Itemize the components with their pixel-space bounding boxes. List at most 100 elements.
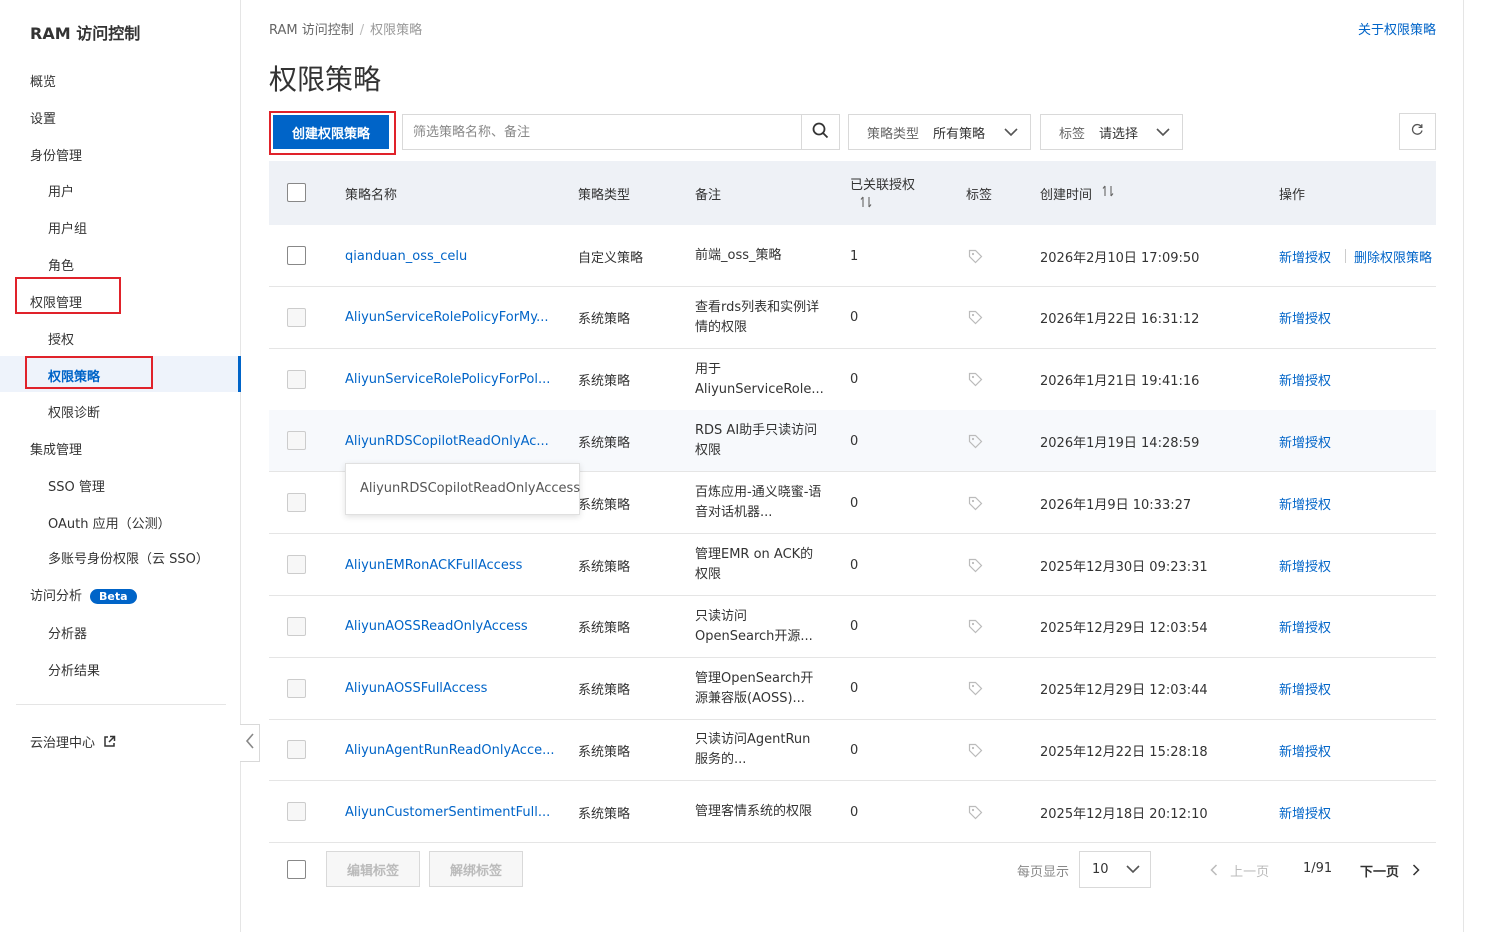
tag-icon[interactable] xyxy=(968,349,983,411)
policy-refs: 0 xyxy=(850,619,859,635)
tag-filter-value: 请选择 xyxy=(1099,126,1139,142)
table-row[interactable]: qianduan_oss_celu 自定义策略 前端_oss_策略 1 2026年2月1… xyxy=(269,225,1436,287)
sidebar-item-policies[interactable]: 权限策略 xyxy=(48,366,100,385)
chevron-down-icon xyxy=(1156,126,1170,141)
tag-icon[interactable] xyxy=(968,410,983,472)
tag-icon[interactable] xyxy=(968,472,983,534)
policy-name-link[interactable]: qianduan_oss_celu xyxy=(345,225,467,287)
policy-name-link[interactable]: AliyunAOSSFullAccess xyxy=(345,658,487,720)
add-grant-link[interactable]: 新增授权 xyxy=(1279,534,1331,596)
header-refs[interactable]: 已关联授权 xyxy=(850,161,915,225)
select-all-checkbox[interactable] xyxy=(287,183,306,202)
sidebar-item-analyzers[interactable]: 分析器 xyxy=(48,623,87,642)
sidebar-item-access-analysis[interactable]: 访问分析 Beta xyxy=(30,585,137,604)
table-row[interactable]: AliyunCustomerSentimentFull... 系统策略 管理客情系统… xyxy=(269,781,1436,844)
edit-tag-button[interactable]: 编辑标签 xyxy=(326,851,420,887)
chevron-down-icon xyxy=(1004,126,1018,141)
tag-filter-label: 标签 xyxy=(1059,126,1086,142)
sidebar-item-roles[interactable]: 角色 xyxy=(48,255,74,274)
policy-name-link[interactable]: AliyunCustomerSentimentFull... xyxy=(345,781,550,843)
tag-icon[interactable] xyxy=(968,287,983,349)
search-button[interactable] xyxy=(801,115,839,149)
sidebar-item-cloud-governance[interactable]: 云治理中心 xyxy=(30,732,116,752)
footer-select-all-checkbox[interactable] xyxy=(287,860,306,879)
sort-icon xyxy=(860,196,872,212)
unbind-tag-button[interactable]: 解绑标签 xyxy=(429,851,523,887)
search-input[interactable] xyxy=(403,115,801,149)
sidebar-item-cloud-sso[interactable]: 多账号身份权限（云 SSO） xyxy=(48,548,209,567)
sidebar-item-identity-management[interactable]: 身份管理 xyxy=(30,145,82,164)
policy-name-link[interactable]: AliyunAOSSReadOnlyAccess xyxy=(345,596,528,658)
add-grant-link[interactable]: 新增授权 xyxy=(1279,349,1331,411)
chevron-left-icon xyxy=(1210,864,1222,880)
policy-type: 系统策略 xyxy=(578,683,631,699)
policy-refs: 0 xyxy=(850,495,859,511)
table-row[interactable]: AliyunEMRonACKFullAccess 系统策略 管理EMR on ACK… xyxy=(269,534,1436,596)
policy-name-link[interactable]: AliyunServiceRolePolicyForPol... xyxy=(345,349,550,411)
next-page-button[interactable]: 下一页 xyxy=(1360,861,1420,880)
policy-note: 管理客情系统的权限 xyxy=(695,804,813,820)
header-policy-type: 策略类型 xyxy=(578,187,631,203)
tag-icon[interactable] xyxy=(968,534,983,596)
policy-note: 只读访问OpenSearch开源... xyxy=(695,608,813,644)
row-checkbox[interactable] xyxy=(287,246,306,265)
sidebar-item-integration-management[interactable]: 集成管理 xyxy=(30,439,82,458)
policy-created-time: 2026年1月21日 19:41:16 xyxy=(1040,374,1200,390)
table-row[interactable]: AliyunAgentRunReadOnlyAcce... 系统策略 只读访问Age… xyxy=(269,719,1436,782)
prev-page-button[interactable]: 上一页 xyxy=(1210,861,1269,880)
tag-icon[interactable] xyxy=(968,658,983,720)
sidebar-item-grants[interactable]: 授权 xyxy=(48,329,74,348)
add-grant-link[interactable]: 新增授权 xyxy=(1279,287,1331,349)
sidebar-collapse-button[interactable] xyxy=(240,724,260,762)
tag-icon[interactable] xyxy=(968,225,983,287)
tag-icon[interactable] xyxy=(968,781,983,843)
tag-icon[interactable] xyxy=(968,596,983,658)
sidebar-item-users[interactable]: 用户 xyxy=(48,181,74,200)
policy-created-time: 2025年12月29日 12:03:54 xyxy=(1040,621,1208,637)
table-row[interactable]: AliyunAOSSFullAccess 系统策略 管理OpenSearch开源兼容… xyxy=(269,658,1436,720)
table-row[interactable]: AliyunAOSSReadOnlyAccess 系统策略 只读访问OpenSear… xyxy=(269,596,1436,658)
add-grant-link[interactable]: 新增授权 xyxy=(1279,596,1331,658)
sidebar-item-sso[interactable]: SSO 管理 xyxy=(48,476,105,495)
row-checkbox xyxy=(287,678,306,698)
table-row[interactable]: AliyunServiceRolePolicyForPol... 系统策略 用于Al… xyxy=(269,349,1436,411)
policy-type-label: 策略类型 xyxy=(867,126,920,142)
policy-type-select[interactable]: 策略类型 所有策略 xyxy=(848,114,1031,150)
sidebar-item-settings[interactable]: 设置 xyxy=(30,108,56,127)
header-created[interactable]: 创建时间 xyxy=(1040,161,1114,225)
refresh-button[interactable] xyxy=(1399,113,1436,150)
sidebar-item-user-groups[interactable]: 用户组 xyxy=(48,218,87,237)
add-grant-link[interactable]: 新增授权 xyxy=(1279,225,1331,287)
sidebar-item-permission-diagnosis[interactable]: 权限诊断 xyxy=(48,402,100,421)
create-policy-button[interactable]: 创建权限策略 xyxy=(273,115,389,149)
about-policies-link[interactable]: 关于权限策略 xyxy=(1358,19,1436,38)
policy-refs: 0 xyxy=(850,557,859,573)
delete-policy-link[interactable]: 删除权限策略 xyxy=(1354,225,1432,287)
page-title: 权限策略 xyxy=(269,63,382,96)
next-page-label: 下一页 xyxy=(1360,865,1400,880)
policy-type: 自定义策略 xyxy=(578,250,644,266)
policy-created-time: 2026年2月10日 17:09:50 xyxy=(1040,250,1200,266)
add-grant-link[interactable]: 新增授权 xyxy=(1279,719,1331,781)
policy-name-link[interactable]: AliyunEMRonACKFullAccess xyxy=(345,534,522,596)
policy-type-value: 所有策略 xyxy=(933,126,986,142)
sidebar-item-oauth-apps[interactable]: OAuth 应用（公测） xyxy=(48,513,171,532)
policy-name-link[interactable]: AliyunAgentRunReadOnlyAcce... xyxy=(345,719,555,781)
policy-name-link[interactable]: AliyunServiceRolePolicyForMy... xyxy=(345,287,549,349)
sidebar-item-analysis-results[interactable]: 分析结果 xyxy=(48,660,100,679)
policy-created-time: 2026年1月19日 14:28:59 xyxy=(1040,435,1200,451)
add-grant-link[interactable]: 新增授权 xyxy=(1279,781,1331,843)
table-row[interactable]: AliyunServiceRolePolicyForMy... 系统策略 查看rds… xyxy=(269,287,1436,349)
sidebar-item-label: 云治理中心 xyxy=(30,736,96,751)
breadcrumb-root[interactable]: RAM 访问控制 xyxy=(269,23,354,38)
add-grant-link[interactable]: 新增授权 xyxy=(1279,472,1331,534)
sidebar-active-indicator xyxy=(238,356,241,392)
sidebar-item-permission-management[interactable]: 权限管理 xyxy=(30,292,82,311)
tag-icon[interactable] xyxy=(968,719,983,781)
add-grant-link[interactable]: 新增授权 xyxy=(1279,410,1331,472)
external-link-icon xyxy=(103,735,116,752)
tag-select[interactable]: 标签 请选择 xyxy=(1040,114,1183,150)
per-page-select[interactable]: 10 xyxy=(1079,851,1151,888)
sidebar-item-overview[interactable]: 概览 xyxy=(30,71,56,90)
add-grant-link[interactable]: 新增授权 xyxy=(1279,658,1331,720)
